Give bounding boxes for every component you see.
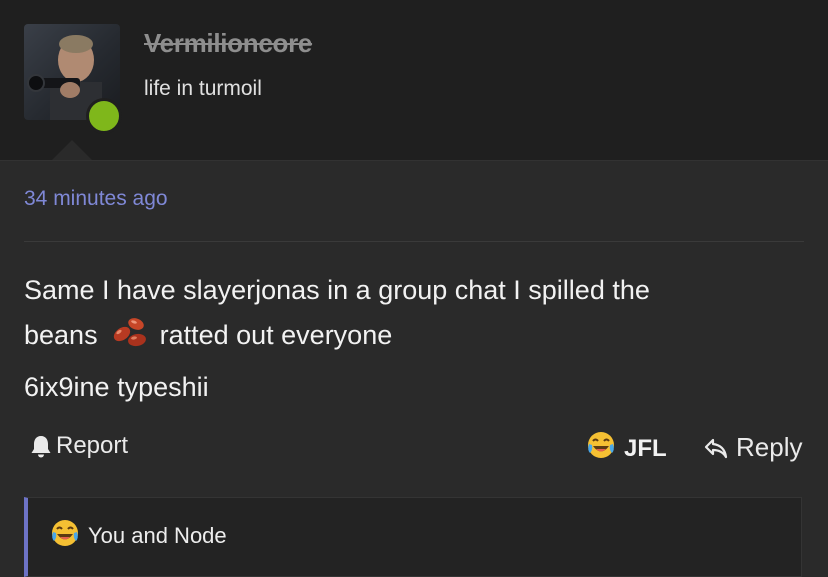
- reactions-summary-text: You and Node: [88, 523, 227, 548]
- beans-emoji-icon: [110, 312, 150, 365]
- post-actions: Report JFL Reply: [0, 430, 828, 466]
- message-line: Same I have slayerjonas in a group chat …: [24, 275, 650, 305]
- report-label: Report: [56, 432, 129, 459]
- online-status-indicator: [86, 98, 122, 134]
- reply-button[interactable]: Reply: [704, 432, 802, 463]
- post-author-header: Vermilioncore life in turmoil: [0, 0, 828, 161]
- reaction-button[interactable]: JFL: [586, 430, 667, 467]
- post-timestamp[interactable]: 34 minutes ago: [24, 187, 168, 211]
- header-caret: [52, 140, 92, 160]
- user-title: life in turmoil: [144, 77, 262, 100]
- reply-label: Reply: [736, 432, 803, 462]
- divider: [24, 241, 804, 242]
- reactions-list-link[interactable]: You and Node: [50, 518, 227, 554]
- message-text: ratted out everyone: [159, 320, 393, 350]
- username-link[interactable]: Vermilioncore: [144, 28, 312, 59]
- post-message: Same I have slayerjonas in a group chat …: [24, 268, 804, 409]
- reply-arrow-icon: [704, 438, 728, 458]
- message-line: 6ix9ine typeshii: [24, 372, 209, 402]
- bell-icon: [31, 436, 51, 458]
- crying-laughing-icon: [586, 430, 616, 467]
- crying-laughing-icon: [50, 518, 80, 554]
- message-text: beans: [24, 320, 98, 350]
- message-line: beans ratted out everyone: [24, 312, 804, 365]
- reactions-summary: You and Node: [24, 497, 802, 577]
- reaction-label: JFL: [624, 434, 667, 462]
- report-button[interactable]: Report: [30, 432, 128, 460]
